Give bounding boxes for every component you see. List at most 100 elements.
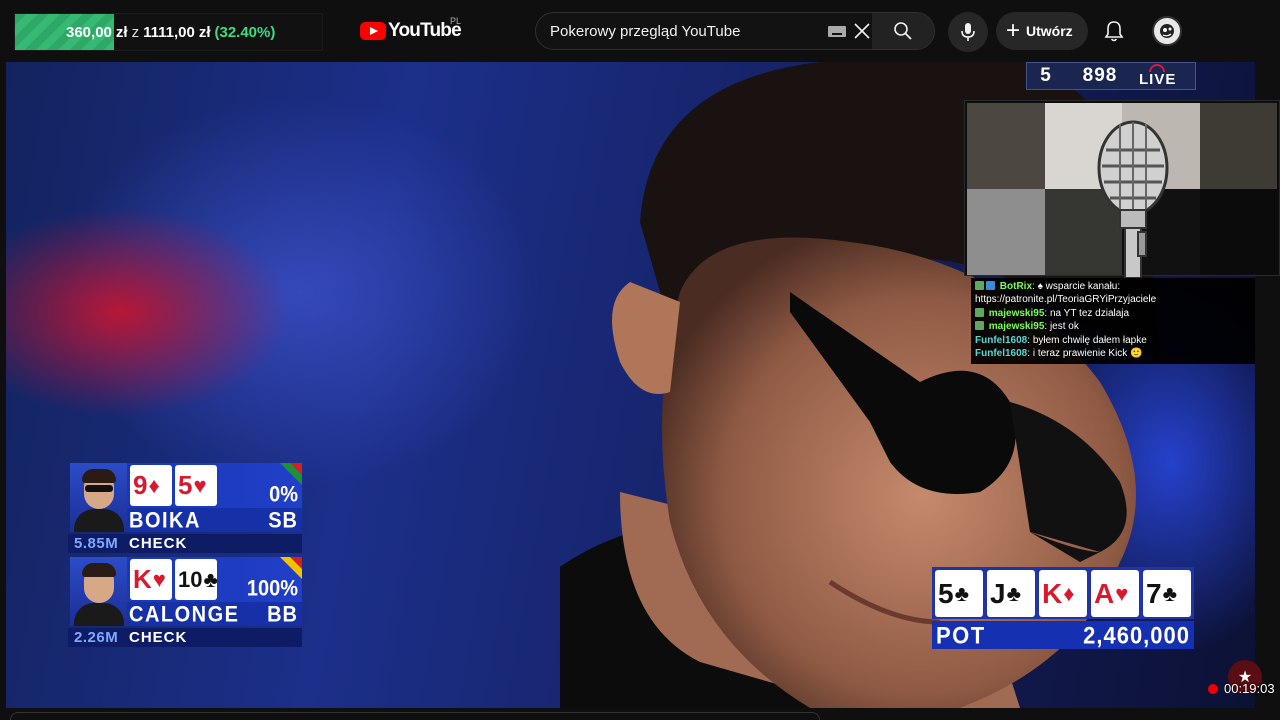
card-rank: 10 (178, 566, 203, 592)
flag-icon (280, 463, 302, 485)
club-suit-icon: ♣ (954, 580, 970, 606)
card-rank: 7 (1146, 577, 1162, 609)
player-panel-boika: 9 ♦ 5 ♥ BOIKA 0% SB 5.85M CHECK (68, 463, 302, 553)
club-suit-icon: ♣ (1162, 580, 1178, 606)
chat-message: Funfel1608: i teraz prawienie Kick 🙂 (975, 348, 1143, 360)
card-rank: K (1042, 577, 1063, 609)
badge-right-number: 898 (1082, 65, 1118, 86)
board-card: J ♣ (987, 570, 1035, 617)
diamond-suit-icon: ♦ (1063, 580, 1075, 606)
microphone-icon (1097, 120, 1169, 278)
chat-message: BotRix: ♠ wsparcie kanału: (975, 280, 1251, 293)
player-photo (70, 557, 127, 626)
recording-dot-icon (1208, 683, 1218, 694)
badge-left-number: 5 (1040, 65, 1052, 86)
chat-text: https://patronite.pl/TeoriaGRYiPrzyjacie… (975, 294, 1157, 306)
bell-icon (1104, 21, 1124, 42)
chat-nick: Funfel1608 (975, 348, 1028, 360)
donation-current: 360,00 (66, 23, 112, 41)
heart-suit-icon: ♥ (193, 472, 207, 498)
donation-goal-widget: 360,00 zł z 1111,00 zł (32.40%) (14, 13, 323, 51)
card-rank: K (133, 564, 152, 594)
chat-badge-icon (975, 321, 984, 331)
close-icon[interactable] (852, 21, 872, 41)
chat-badge-icon (975, 281, 984, 290)
player-name: CALONGE (129, 602, 240, 628)
chat-badge-icon (975, 307, 984, 317)
video-edge-left (0, 62, 6, 708)
chat-message: majewski95: jest ok (975, 320, 1251, 333)
donation-separator: z (131, 23, 140, 41)
board-card: 5 ♣ (935, 570, 983, 617)
chat-text: i teraz prawienie Kick 🙂 (1032, 348, 1143, 360)
diamond-suit-icon: ♦ (148, 472, 160, 498)
board-card: 7 ♣ (1143, 570, 1191, 617)
pot-value: 2,460,000 (1083, 621, 1190, 650)
chat-nick: BotRix (999, 281, 1033, 292)
donation-current-unit: zł (115, 23, 128, 41)
hole-card: 5 ♥ (175, 465, 217, 506)
player-position: BB (267, 602, 298, 628)
donation-text: 360,00 zł z 1111,00 zł (32.40%) (15, 14, 322, 50)
create-button-label: Utwórz (1026, 23, 1073, 39)
chat-text: na YT tez dzialaja (1049, 307, 1130, 319)
search-input[interactable] (550, 13, 810, 49)
card-rank: 5 (178, 470, 193, 500)
chat-message: Funfel1608: byłem chwilę dałem łapke (975, 334, 1147, 346)
voice-search-button[interactable] (948, 12, 988, 52)
recording-time: 00:19:03 (1224, 681, 1275, 696)
community-board: 5 ♣ J ♣ K ♦ A ♥ 7 ♣ POT 2,460,000 (932, 567, 1194, 649)
player-stack: 2.26M (74, 629, 119, 646)
club-suit-icon: ♣ (203, 566, 218, 592)
mic-icon (961, 23, 975, 41)
heart-suit-icon: ♥ (152, 566, 166, 592)
hole-card: 10 ♣ (175, 559, 218, 600)
chat-nick: majewski95 (988, 321, 1045, 333)
player-stack: 5.85M (74, 535, 119, 552)
player-action: CHECK (129, 535, 188, 552)
content-card-edge (10, 712, 820, 720)
hole-card: 9 ♦ (130, 465, 172, 506)
player-name: BOIKA (129, 508, 201, 534)
player-action: CHECK (129, 629, 188, 646)
chat-badge-icon (986, 281, 995, 290)
chat-nick: majewski95 (988, 307, 1045, 319)
search-button[interactable] (872, 13, 934, 49)
player-equity: 100% (246, 576, 298, 602)
player-photo (70, 463, 127, 532)
country-code: PL (450, 16, 462, 26)
flag-icon (280, 557, 302, 579)
search-icon (894, 22, 912, 40)
player-equity: 0% (269, 482, 298, 508)
card-rank: 9 (133, 470, 148, 500)
masthead: 360,00 zł z 1111,00 zł (32.40%) YouTube … (0, 0, 1280, 62)
club-suit-icon: ♣ (1006, 580, 1022, 606)
chat-text: byłem chwilę dałem łapke (1032, 334, 1147, 346)
player-position: SB (268, 508, 298, 534)
donation-goal-unit: zł (198, 23, 211, 41)
chat-message: majewski95: na YT tez dzialaja (975, 307, 1251, 320)
hole-card: K ♥ (130, 559, 172, 600)
search-box (535, 12, 935, 50)
donation-percent: (32.40%) (214, 23, 276, 41)
card-rank: 5 (938, 577, 954, 609)
board-card: K ♦ (1039, 570, 1087, 617)
avatar[interactable] (1152, 16, 1182, 46)
live-label: LIVE (1139, 63, 1176, 88)
broadcast-live-badge: 5 898 LIVE (1026, 62, 1196, 90)
keyboard-icon[interactable] (828, 26, 846, 37)
chat-text: ♠ wsparcie kanału: (1037, 281, 1121, 292)
chat-nick: Funfel1608 (975, 334, 1028, 346)
notifications-button[interactable] (1098, 15, 1130, 47)
card-rank: A (1094, 577, 1115, 609)
youtube-play-icon (360, 22, 386, 40)
chat-text: jest ok (1049, 321, 1079, 333)
create-button[interactable]: + Utwórz (996, 12, 1088, 50)
youtube-logo[interactable]: YouTube PL (360, 16, 462, 44)
heart-suit-icon: ♥ (1115, 580, 1129, 606)
donation-goal: 1111,00 (143, 23, 195, 41)
plus-icon: + (1006, 17, 1021, 44)
board-card: A ♥ (1091, 570, 1139, 617)
chat-message: https://patronite.pl/TeoriaGRYiPrzyjacie… (975, 293, 1251, 306)
card-rank: J (990, 577, 1006, 609)
